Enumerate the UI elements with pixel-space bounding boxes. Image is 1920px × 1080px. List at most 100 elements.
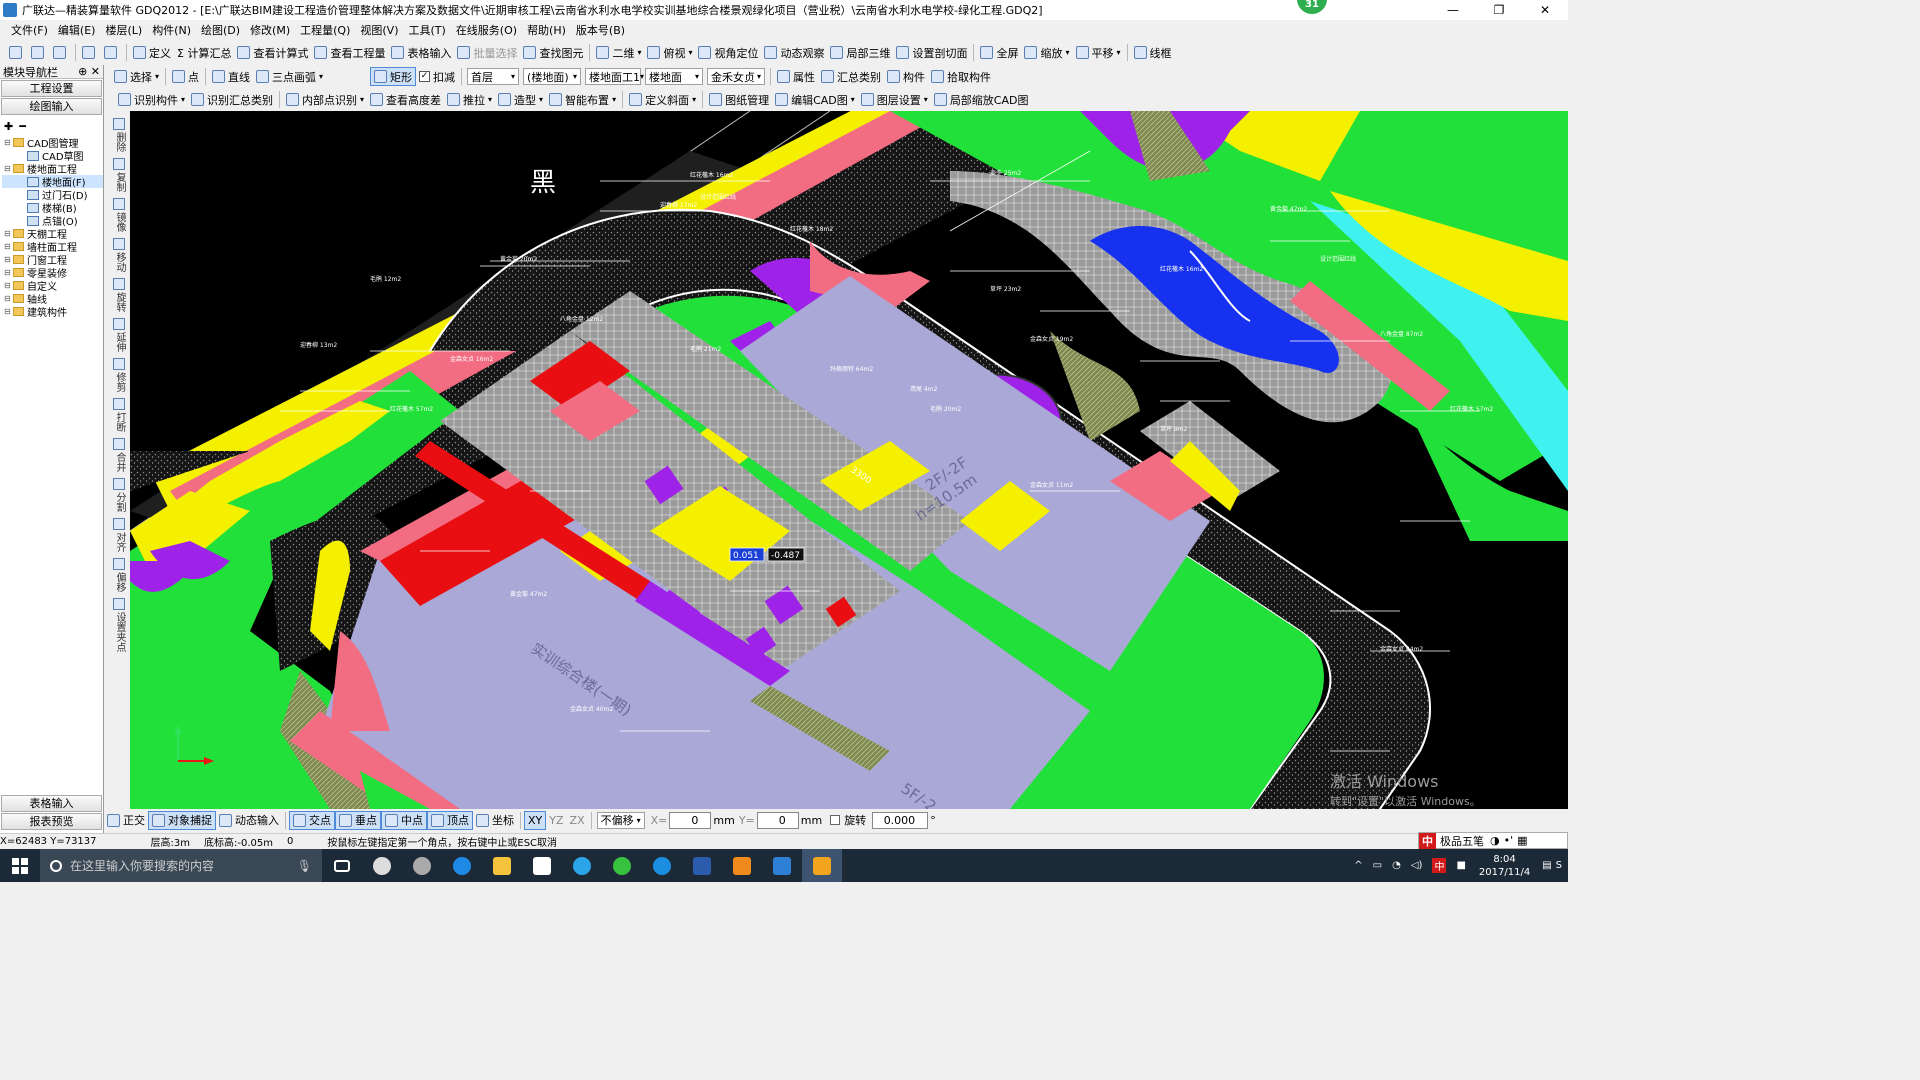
calc-summary-button[interactable]: Σ 计算汇总 [174, 43, 234, 62]
open-file-icon[interactable] [28, 43, 50, 62]
save-icon[interactable] [50, 43, 72, 62]
tray-ime-icon[interactable]: 中 [1432, 858, 1447, 873]
component-select[interactable]: 楼地面工1 ▾ [585, 68, 644, 85]
2d-button[interactable]: 二维 ▾ [593, 43, 644, 62]
midpoint-snap[interactable]: 中点 [381, 810, 427, 830]
windows-start-icon[interactable] [0, 849, 40, 882]
tray-up-icon[interactable]: ^ [1354, 860, 1362, 871]
store-icon[interactable] [522, 849, 562, 882]
cad-drawing[interactable]: 红花檵木 16m2迎春柳 17m2设计范围红线红花檵木 18m2黄金菊 20m2… [130, 111, 1568, 809]
tree-item[interactable]: ⊟ 建筑构件 [2, 305, 103, 319]
view-formula-button[interactable]: 查看计算式 [234, 43, 311, 62]
tray-app-icon[interactable]: ■ [1456, 860, 1465, 871]
project-settings-button[interactable]: 工程设置 [1, 80, 102, 97]
zoom-button[interactable]: 缩放 ▾ [1021, 43, 1072, 62]
find-element-button[interactable]: 查找图元 [520, 43, 586, 62]
edit-cad-button[interactable]: 编辑CAD图 ▾ [772, 90, 858, 109]
pan-button[interactable]: 平移 ▾ [1073, 43, 1124, 62]
category-select[interactable]: 楼地面 ▾ [645, 68, 704, 85]
yz-plane-button[interactable]: YZ [546, 811, 566, 830]
menu-item-4[interactable]: 绘图(D) [196, 22, 245, 38]
menu-item-5[interactable]: 修改(M) [245, 22, 295, 38]
vtool-12[interactable]: 设置夹点 [113, 598, 125, 652]
layer-settings-button[interactable]: 图层设置 ▾ [858, 90, 931, 109]
coordinate-snap[interactable]: 坐标 [473, 811, 517, 830]
expand-all-icon[interactable]: ✚ [4, 120, 13, 133]
properties-button[interactable]: 属性 [774, 67, 818, 86]
collapse-all-icon[interactable]: ━ [19, 120, 26, 133]
shape-button[interactable]: 造型 ▾ [495, 90, 546, 109]
table-input-button[interactable]: 表格输入 [388, 43, 454, 62]
tree-expander-icon[interactable]: ⊟ [4, 307, 12, 316]
taskbar-search[interactable]: 在这里输入你要搜索的内容 🎙 [40, 849, 322, 882]
notification-badge[interactable]: 31 [1297, 0, 1327, 14]
edge-icon[interactable] [442, 849, 482, 882]
select-tool[interactable]: 选择 ▾ [111, 67, 162, 86]
app-icon-9[interactable] [642, 849, 682, 882]
close-button[interactable]: ✕ [1522, 0, 1568, 20]
top-view-button[interactable]: 俯视 ▾ [644, 43, 695, 62]
define-slope-button[interactable]: 定义斜面 ▾ [626, 90, 699, 109]
menu-item-8[interactable]: 工具(T) [404, 22, 451, 38]
offset-select[interactable]: 不偏移 ▾ [596, 811, 645, 829]
pick-member-button[interactable]: 拾取构件 [928, 67, 994, 86]
define-button[interactable]: 定义 [130, 43, 174, 62]
menu-item-9[interactable]: 在线服务(O) [451, 22, 522, 38]
microphone-icon[interactable]: 🎙 [297, 859, 312, 873]
ime-punct-icon[interactable]: •' [1504, 834, 1514, 847]
tree-expander-icon[interactable]: ⊟ [4, 229, 12, 238]
local-zoom-cad-button[interactable]: 局部缩放CAD图 [931, 90, 1032, 109]
push-pull-button[interactable]: 推拉 ▾ [444, 90, 495, 109]
rotate-checkbox[interactable] [830, 815, 841, 825]
vtool-10[interactable]: 对齐 [113, 518, 125, 552]
point-tool[interactable]: 点 [169, 67, 202, 86]
vtool-1[interactable]: 复制 [113, 158, 125, 192]
wifi-icon[interactable]: ◔ [1392, 860, 1401, 871]
tree-expander-icon[interactable]: ⊟ [4, 138, 12, 147]
section-button[interactable]: 设置剖切面 [893, 43, 970, 62]
y-offset-input[interactable]: 0 [756, 811, 799, 829]
task-view-icon[interactable] [322, 849, 362, 882]
dynamic-view-button[interactable]: 动态观察 [761, 43, 827, 62]
height-diff-button[interactable]: 查看高度差 [367, 90, 444, 109]
member-button[interactable]: 构件 [884, 67, 928, 86]
rect-tool[interactable]: 矩形 [370, 67, 417, 86]
zx-plane-button[interactable]: ZX [567, 811, 588, 830]
vtool-5[interactable]: 延伸 [113, 318, 125, 352]
tree-expander-icon[interactable]: ⊟ [4, 242, 12, 251]
tree-expander-icon[interactable]: ⊟ [4, 294, 12, 303]
batch-select-button[interactable]: 批量选择 [454, 43, 520, 62]
menu-item-7[interactable]: 视图(V) [355, 22, 403, 38]
view-locate-button[interactable]: 视角定位 [695, 43, 761, 62]
draw-input-button[interactable]: 绘图输入 [1, 98, 102, 115]
network-icon[interactable]: ▭ [1373, 860, 1382, 871]
wireframe-button[interactable]: 线框 [1131, 43, 1175, 62]
line-tool[interactable]: 直线 [209, 67, 253, 86]
vtool-6[interactable]: 修剪 [113, 358, 125, 392]
tree-item[interactable]: ⊟ 自定义 [2, 279, 103, 293]
dynamic-input-toggle[interactable]: 动态输入 [216, 811, 282, 830]
menu-item-1[interactable]: 编辑(E) [53, 22, 101, 38]
tree-expander-icon[interactable]: ⊟ [4, 281, 12, 290]
app-icon-2[interactable] [402, 849, 442, 882]
table-input-nav-button[interactable]: 表格输入 [1, 795, 102, 812]
ortho-toggle[interactable]: 正交 [104, 811, 148, 830]
tree-expander-icon[interactable]: ⊟ [4, 255, 12, 264]
app-icon-7[interactable] [562, 849, 602, 882]
floor-select[interactable]: 首层 ▾ [467, 68, 520, 85]
local-3d-button[interactable]: 局部三维 [827, 43, 893, 62]
clock[interactable]: 8:04 2017/11/4 [1479, 853, 1530, 879]
inner-point-button[interactable]: 内部点识别 ▾ [283, 90, 367, 109]
app-icon-1[interactable] [362, 849, 402, 882]
menu-item-0[interactable]: 文件(F) [6, 22, 53, 38]
minimize-button[interactable]: — [1430, 0, 1476, 20]
file-explorer-icon[interactable] [482, 849, 522, 882]
drawing-canvas[interactable]: 红花檵木 16m2 迎春柳 17m2 设计范围红线 红花檵木 18m2 黄金菊 20m2… [130, 111, 1568, 809]
vtool-8[interactable]: 合并 [113, 438, 125, 472]
tree-expander-icon[interactable]: ⊟ [4, 268, 12, 277]
deduct-checkbox[interactable]: ✓ 扣减 [416, 67, 458, 86]
floor-type-select[interactable]: (楼地面) ▾ [523, 68, 582, 85]
identify-summary-button[interactable]: 识别汇总类别 [188, 90, 276, 109]
pin-icon[interactable]: ⊕ [78, 65, 87, 78]
new-file-icon[interactable] [6, 43, 28, 62]
